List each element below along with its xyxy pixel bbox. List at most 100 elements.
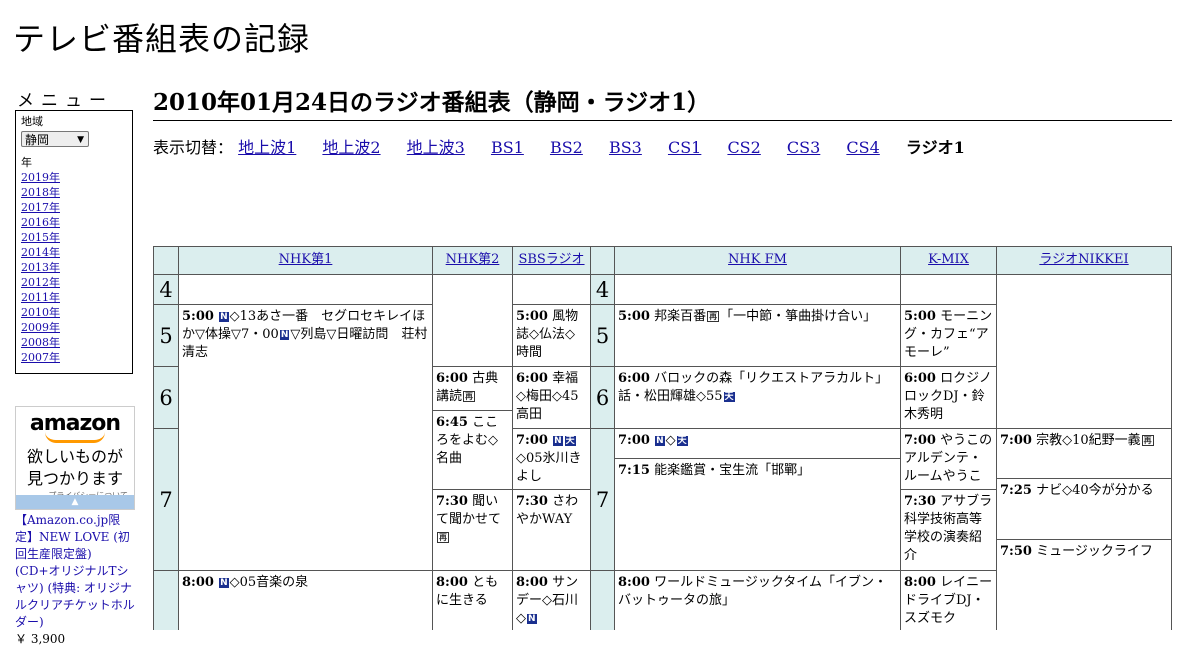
year-link-2017[interactable]: 2017年 (21, 200, 127, 215)
year-link-2009[interactable]: 2009年 (21, 320, 127, 335)
channel-link-nikkei[interactable]: ラジオNIKKEI (1039, 252, 1128, 267)
program-kmix-0800[interactable]: 8:00 レイニードライブDJ・スズモク (900, 570, 997, 630)
schedule-grid: NHK第1 NHK第2 SBSラジオ NHK FM K-MIX ラジオNIKKE… (153, 246, 1172, 630)
product-title-link[interactable]: 【Amazon.co.jp限定】NEW LOVE (初回生産限定盤) (CD+オ… (15, 513, 135, 629)
caret-up-icon: ▲ (71, 497, 79, 507)
rerun-badge-icon: 再 (1141, 435, 1154, 446)
header-corner-2 (590, 246, 615, 275)
channel-link-kmix[interactable]: K-MIX (928, 252, 969, 267)
program-empty (432, 274, 513, 367)
region-select-value: 静岡 (25, 133, 50, 147)
year-link-2013[interactable]: 2013年 (21, 260, 127, 275)
program-sbs-0800[interactable]: 8:00 サンデー◇石川◇ N (512, 570, 591, 630)
year-link-2011[interactable]: 2011年 (21, 290, 127, 305)
channel-header-nhk2: NHK第2 (432, 246, 513, 275)
header-corner (153, 246, 179, 275)
product-price: ￥ 3,900 (15, 632, 66, 646)
program-nikkei-0700[interactable]: 7:00 宗教◇10紀野一義再 (996, 428, 1172, 479)
program-empty (512, 274, 591, 305)
amazon-ad-banner[interactable]: amazon 欲しいものが 見つかります プライバシーについて ▲ (15, 406, 135, 510)
switch-current-radio1: ラジオ1 (905, 138, 965, 157)
switch-link-terrestrial1[interactable]: 地上波1 (238, 138, 296, 157)
year-link-2016[interactable]: 2016年 (21, 215, 127, 230)
program-fm-0600[interactable]: 6:00 バロックの森「リクエストアラカルト」話・松田輝雄◇55 天 (614, 366, 901, 429)
hour-cell: 4 (153, 274, 179, 305)
amazon-logo: amazon (29, 411, 121, 436)
hour-cell: 6 (590, 366, 615, 429)
program-fm-0500[interactable]: 5:00 邦楽百番再「一中節・箏曲掛け合い」 (614, 304, 901, 367)
channel-header-sbs: SBSラジオ (512, 246, 591, 275)
menu-panel: 地域 静岡 ▼ 年 2019年 2018年 2017年 2016年 2015年 … (15, 110, 133, 374)
hour-cell: 8 (590, 570, 615, 630)
year-link-2014[interactable]: 2014年 (21, 245, 127, 260)
program-nhk1-0500[interactable]: 5:00 N ◇13あさ一番 セグロセキレイほか▽体操▽7・00 N ▽列島▽日曜訪問… (178, 304, 433, 571)
switch-link-cs2[interactable]: CS2 (727, 138, 760, 157)
program-nhk2-0800[interactable]: 8:00 ともに生きる (432, 570, 513, 630)
channel-link-nhk1[interactable]: NHK第1 (279, 252, 333, 267)
program-empty (614, 274, 901, 305)
weather-badge-icon: 天 (676, 436, 688, 446)
news-badge-icon: N (219, 578, 229, 588)
news-badge-icon: N (527, 614, 537, 624)
channel-header-kmix: K-MIX (900, 246, 997, 275)
program-fm-0800[interactable]: 8:00 ワールドミュージックタイム「イブン・バットゥータの旅」 (614, 570, 901, 630)
program-nhk2-0645[interactable]: 6:45 こころをよむ◇名曲 (432, 410, 513, 490)
news-badge-icon: N (655, 436, 665, 446)
weather-badge-icon: 天 (723, 392, 735, 402)
program-sbs-0700[interactable]: 7:00 N 天◇05氷川きよし (512, 428, 591, 490)
switch-link-terrestrial3[interactable]: 地上波3 (407, 138, 465, 157)
program-nhk2-0730[interactable]: 7:30 聞いて聞かせて再 (432, 489, 513, 571)
program-kmix-0600[interactable]: 6:00 ロクジノロックDJ・鈴木秀明 (900, 366, 997, 429)
switch-link-bs1[interactable]: BS1 (491, 138, 524, 157)
ad-copy-line2: 見つかります (26, 469, 123, 488)
view-switcher: 表示切替： 地上波1 地上波2 地上波3 BS1 BS2 BS3 CS1 CS2… (153, 134, 965, 158)
program-kmix-0730[interactable]: 7:30 アサブラ科学技術高等学校の演奏紹介 (900, 489, 997, 571)
hour-cell: 5 (590, 304, 615, 367)
dropdown-arrow-icon: ▼ (77, 135, 84, 145)
switcher-label: 表示切替： (153, 138, 234, 157)
program-nikkei-0750[interactable]: 7:50 ミュージックライフ (996, 539, 1172, 630)
year-link-2012[interactable]: 2012年 (21, 275, 127, 290)
product-ad: 【Amazon.co.jp限定】NEW LOVE (初回生産限定盤) (CD+オ… (15, 512, 137, 648)
switch-link-terrestrial2[interactable]: 地上波2 (322, 138, 380, 157)
switch-link-bs3[interactable]: BS3 (609, 138, 642, 157)
program-kmix-0700[interactable]: 7:00 やうこのアルデンテ・ルームやうこ (900, 428, 997, 490)
year-link-2007[interactable]: 2007年 (21, 350, 127, 365)
year-link-2018[interactable]: 2018年 (21, 185, 127, 200)
menu-title: メニュー (17, 91, 113, 111)
ad-expand-bar[interactable]: ▲ (16, 495, 134, 509)
hour-cell: 5 (153, 304, 179, 367)
channel-link-nhk2[interactable]: NHK第2 (446, 252, 500, 267)
program-empty (900, 274, 997, 305)
year-link-2008[interactable]: 2008年 (21, 335, 127, 350)
switch-link-bs2[interactable]: BS2 (550, 138, 583, 157)
ad-copy: 欲しいものが 見つかります (16, 446, 134, 490)
year-link-2010[interactable]: 2010年 (21, 305, 127, 320)
year-link-2019[interactable]: 2019年 (21, 170, 127, 185)
channel-header-nikkei: ラジオNIKKEI (996, 246, 1172, 275)
hour-cell: 6 (153, 366, 179, 429)
channel-link-sbs[interactable]: SBSラジオ (518, 252, 584, 267)
program-sbs-0500[interactable]: 5:00 風物誌◇仏法◇時間 (512, 304, 591, 367)
switch-link-cs1[interactable]: CS1 (668, 138, 701, 157)
channel-link-nhkfm[interactable]: NHK FM (728, 252, 787, 267)
program-nikkei-0725[interactable]: 7:25 ナビ◇40今が分かる (996, 478, 1172, 540)
weather-badge-icon: 天 (564, 436, 576, 446)
program-fm-0715[interactable]: 7:15 能楽鑑賞・宝生流「邯鄲」 (614, 458, 901, 571)
hour-cell: 4 (590, 274, 615, 305)
region-label: 地域 (21, 115, 43, 128)
switch-link-cs4[interactable]: CS4 (846, 138, 879, 157)
year-link-2015[interactable]: 2015年 (21, 230, 127, 245)
program-sbs-0600[interactable]: 6:00 幸福◇梅田◇45高田 (512, 366, 591, 429)
hour-cell: 7 (590, 428, 615, 571)
program-sbs-0730[interactable]: 7:30 さわやかWAY (512, 489, 591, 571)
region-select[interactable]: 静岡 ▼ (21, 131, 89, 147)
hour-cell: 8 (153, 570, 179, 630)
program-fm-0700[interactable]: 7:00 N ◇ 天 (614, 428, 901, 459)
switch-link-cs3[interactable]: CS3 (787, 138, 820, 157)
program-kmix-0500[interactable]: 5:00 モーニング・カフェ“アモーレ” (900, 304, 997, 367)
year-label: 年 (21, 156, 32, 169)
rerun-badge-icon: 再 (437, 532, 449, 543)
program-nhk2-0600[interactable]: 6:00 古典講読再 (432, 366, 513, 411)
program-nhk1-0800[interactable]: 8:00 N ◇05音楽の泉 (178, 570, 433, 630)
